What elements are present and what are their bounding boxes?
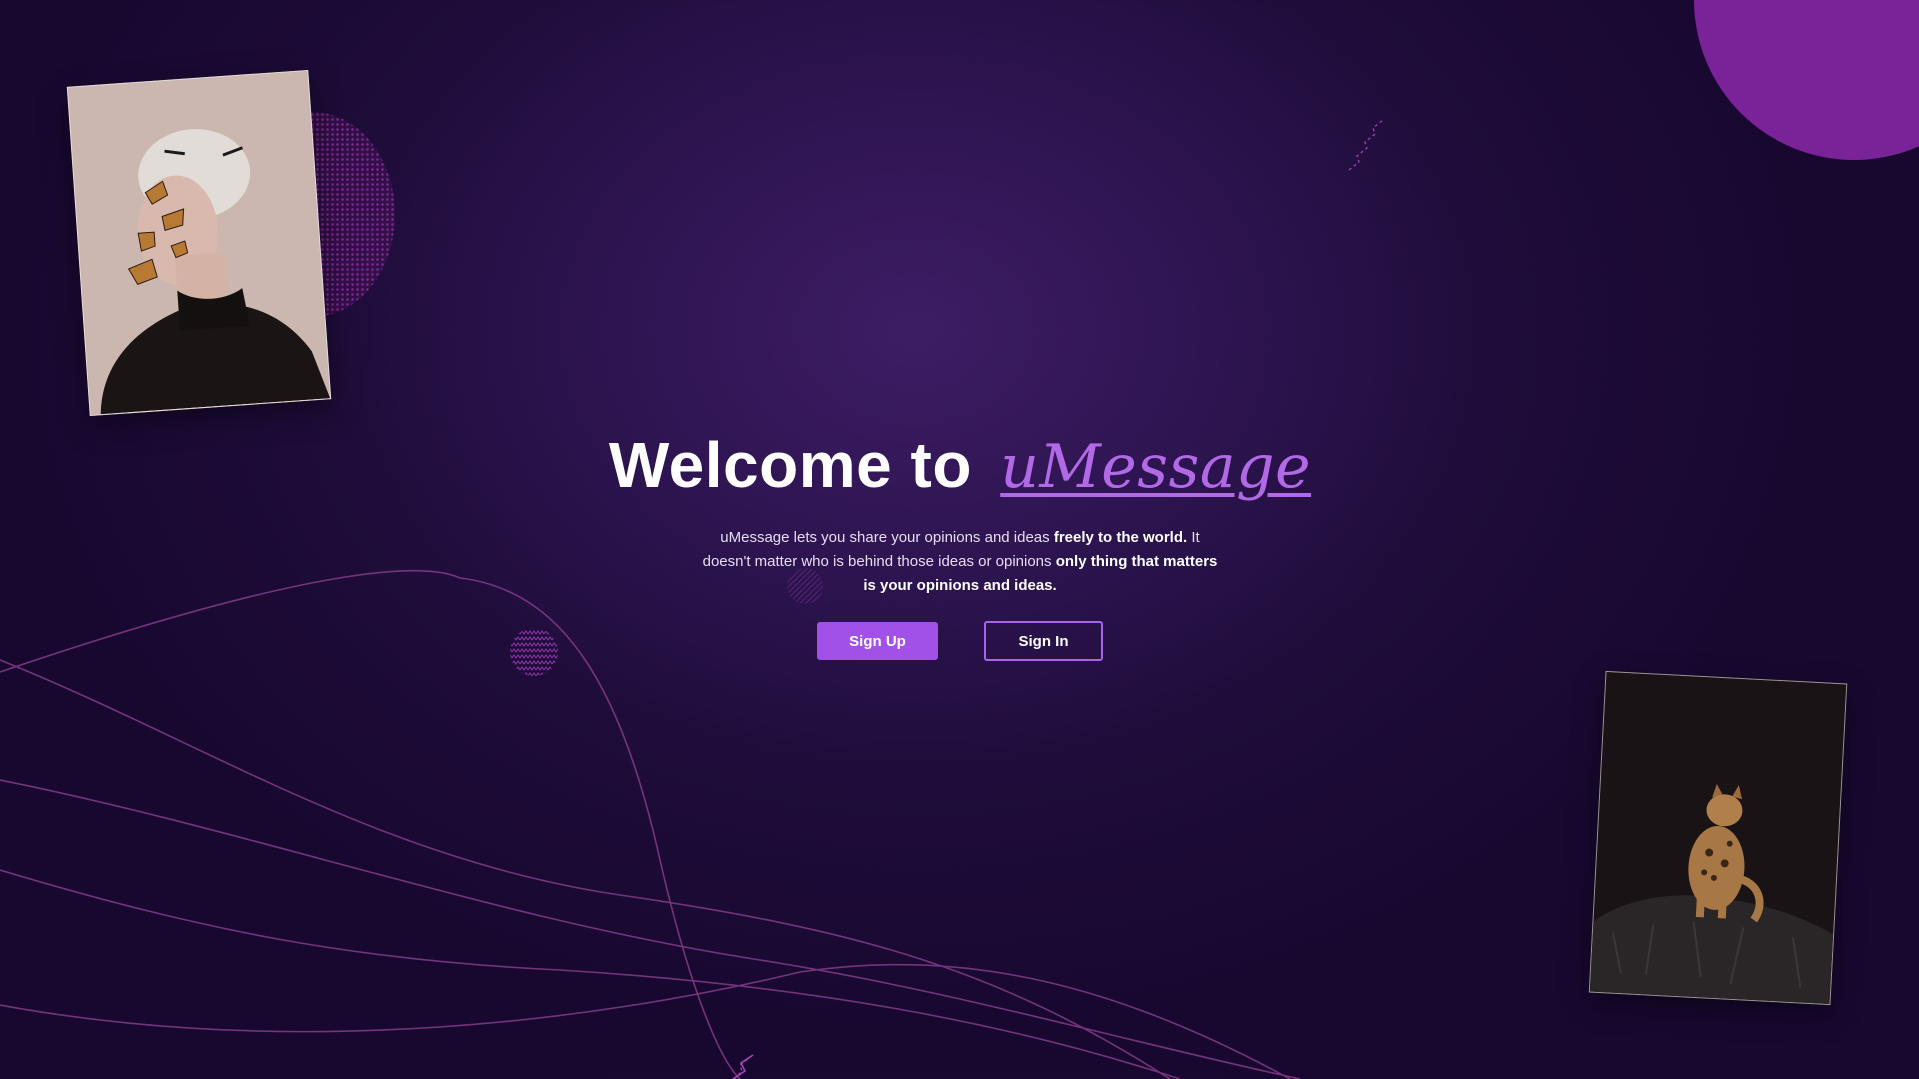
description-bold-1: freely to the world.: [1053, 529, 1188, 546]
bengal-cat-image: [1589, 671, 1847, 1005]
description-part-1: uMessage lets you share your opinions an…: [720, 529, 1054, 546]
sign-in-button[interactable]: Sign In: [984, 621, 1103, 661]
brand-name: uMessage: [1000, 432, 1312, 502]
page-title: Welcome to uMessage: [560, 420, 1360, 512]
title-prefix: Welcome to: [608, 429, 972, 501]
photo-bengal-cat: [1588, 670, 1848, 1006]
sign-up-button[interactable]: Sign Up: [817, 622, 938, 660]
auth-buttons: Sign Up Sign In: [560, 621, 1360, 661]
butterfly-portrait-image: [67, 71, 331, 415]
hero-description: uMessage lets you share your opinions an…: [700, 526, 1220, 598]
photo-butterfly-portrait: [66, 69, 332, 417]
hero-section: Welcome to uMessage uMessage lets you sh…: [560, 420, 1360, 661]
